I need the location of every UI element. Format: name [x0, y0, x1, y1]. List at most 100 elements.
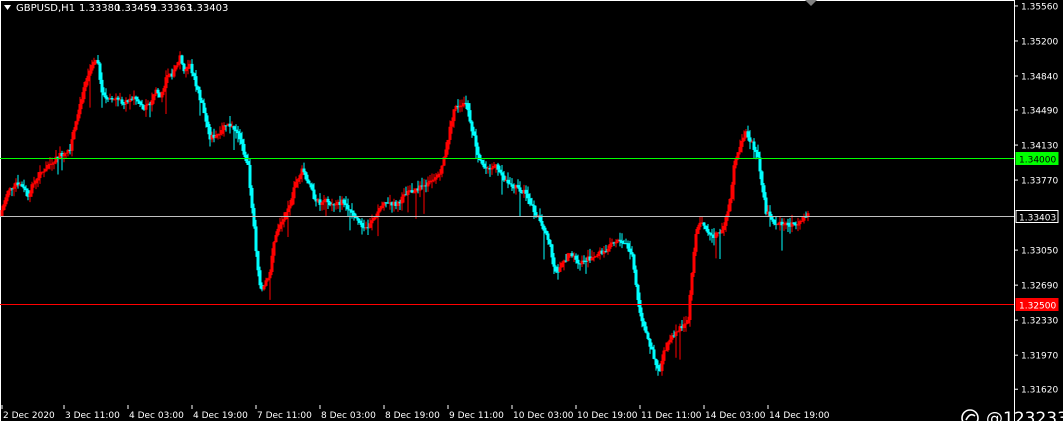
y-tick-label: 1.34490 [1021, 107, 1058, 117]
candle-body [350, 210, 354, 213]
candle-body [786, 222, 790, 226]
candle-body [346, 205, 350, 210]
candle-body [136, 99, 140, 102]
candle-body [82, 87, 86, 100]
candle-body [234, 129, 238, 132]
candle-body [722, 225, 726, 230]
candle-body [782, 224, 786, 226]
time-axis: 2 Dec 2020 3 Dec 11:00 4 Dec 03:00 4 Dec 19… [1, 405, 830, 421]
candle-body [638, 300, 642, 313]
candle-body [102, 92, 106, 96]
candle-body [24, 188, 28, 191]
candle-body [636, 284, 640, 301]
candle-body [6, 190, 10, 198]
candle-body [642, 321, 646, 327]
candle-body [322, 199, 326, 203]
candle-body [632, 254, 636, 270]
candle-body [452, 109, 456, 122]
collapse-triangle-icon[interactable] [4, 5, 11, 10]
candle-body [758, 157, 762, 172]
candle-body [276, 228, 280, 236]
candle-body [36, 178, 40, 181]
candle-body [618, 239, 622, 241]
x-tick-label: 3 Dec 11:00 [65, 411, 120, 421]
candle-body [534, 212, 538, 216]
candle-body [688, 294, 692, 321]
candle-body [772, 219, 776, 224]
candle-body [544, 230, 548, 234]
candle-body [482, 163, 486, 168]
candle-body [72, 129, 76, 140]
close-value: 1.33403 [187, 3, 228, 14]
resistance-price-label: 1.34000 [1019, 156, 1056, 166]
candle-body [762, 185, 766, 198]
candle-body [30, 184, 34, 194]
candle-body [278, 224, 282, 229]
candle-body [740, 140, 744, 147]
price-chart[interactable]: 1.34000 1.33403 1.32500 1.35560 1.35200 1.34… [0, 0, 1063, 421]
candle-body [432, 179, 436, 181]
candle-body [510, 184, 514, 187]
candle-body [652, 349, 656, 359]
candle-body [498, 169, 502, 173]
candle-body [524, 189, 528, 194]
candle-body [34, 180, 38, 184]
candle-body [554, 266, 558, 272]
candle-body [370, 220, 374, 224]
candle-body [348, 209, 352, 211]
candle-body [2, 204, 6, 211]
candle-body [800, 220, 804, 222]
x-tick-label: 14 Dec 19:00 [769, 411, 830, 421]
candle-body [676, 331, 680, 333]
x-tick-label: 4 Dec 19:00 [193, 411, 248, 421]
candle-body [186, 66, 190, 70]
candle-body [552, 257, 556, 267]
candle-body [152, 94, 156, 101]
x-tick-label: 14 Dec 03:00 [705, 411, 766, 421]
candle-body [164, 77, 168, 89]
candle-body [708, 232, 712, 235]
candle-body [232, 126, 236, 130]
candle-body [474, 135, 478, 147]
candle-body [70, 139, 74, 151]
support-price-label: 1.32500 [1019, 302, 1056, 312]
candle-body [412, 192, 416, 194]
candle-body [358, 220, 362, 223]
candle-body [470, 121, 474, 132]
candle-body [460, 105, 464, 107]
candle-body [44, 168, 48, 172]
y-tick-label: 1.34840 [1021, 72, 1058, 82]
candle-body [626, 243, 630, 249]
candle-body [32, 183, 36, 185]
candle-body [246, 161, 250, 165]
candle-body [100, 79, 104, 93]
candle-body [38, 171, 42, 179]
chart-window: 1.34000 1.33403 1.32500 1.35560 1.35200 1.34… [0, 0, 1063, 421]
candle-body [446, 139, 450, 150]
candle-body [426, 182, 430, 187]
candle-body [206, 121, 210, 128]
candle-body [668, 339, 672, 343]
candle-body [0, 210, 4, 217]
chart-shift-icon[interactable] [805, 0, 817, 6]
candle-body [606, 248, 610, 252]
candle-body [746, 131, 750, 138]
candle-body [264, 280, 268, 286]
candle-body [644, 326, 648, 333]
x-tick-label: 10 Dec 19:00 [577, 411, 638, 421]
candle-body [326, 198, 330, 203]
candle-body [496, 164, 500, 170]
candle-body [614, 241, 618, 244]
x-tick-label: 2 Dec 2020 [3, 411, 55, 421]
candle-body [756, 151, 760, 158]
candles-group [0, 51, 810, 376]
candle-body [46, 164, 50, 169]
candle-body [696, 226, 700, 235]
candle-body [468, 110, 472, 122]
candle-body [320, 202, 324, 205]
x-tick-label: 4 Dec 03:00 [129, 411, 184, 421]
y-tick-label: 1.31620 [1021, 386, 1058, 396]
x-tick-label: 10 Dec 03:00 [513, 411, 574, 421]
candle-body [532, 205, 536, 213]
candle-body [334, 203, 338, 206]
